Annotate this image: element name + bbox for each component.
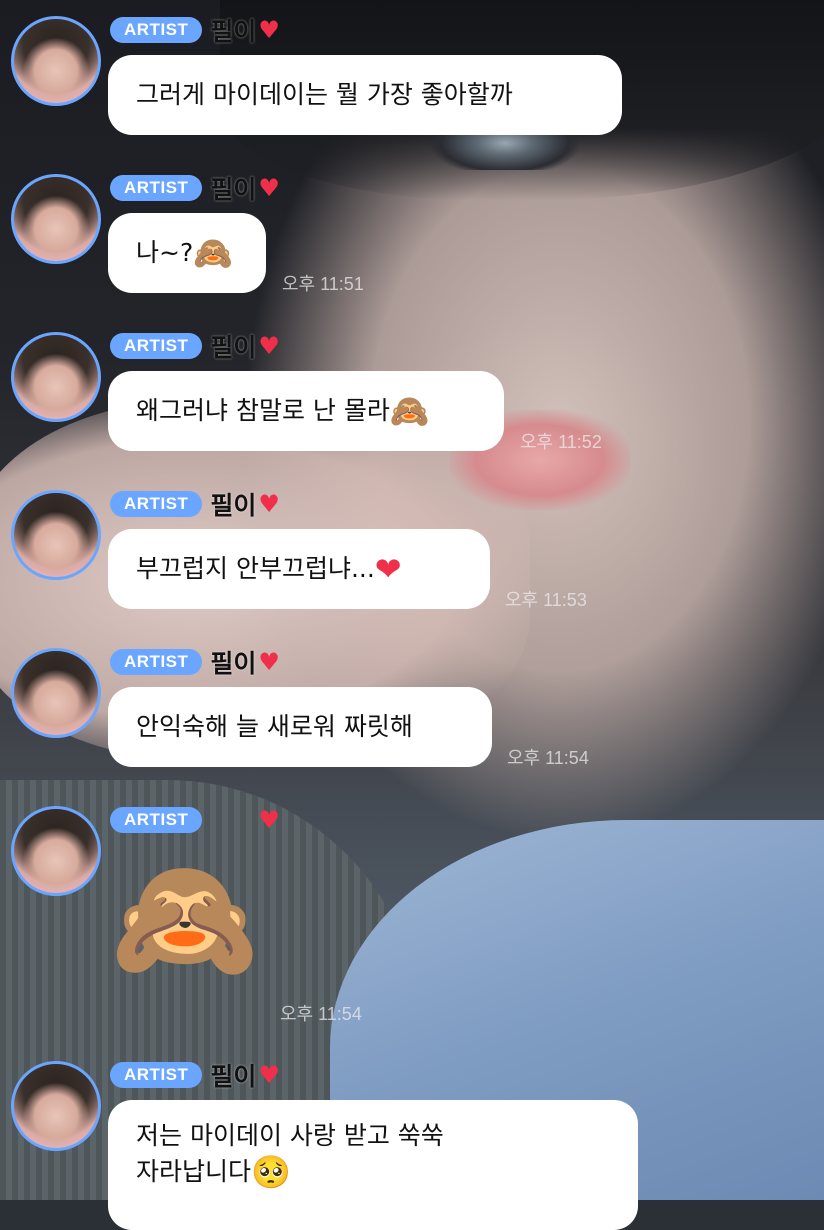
see-no-evil-monkey-icon: 🙈 [389,392,430,430]
sender-name: 필이 [210,17,257,46]
avatar[interactable] [11,1061,101,1151]
message-header: ARTIST 필이 ♥ [110,489,280,520]
sender-name: 필이 [210,333,257,362]
message-text: 나~? [136,238,194,267]
heart-icon: ♥ [258,490,280,518]
sender-name: 필이 [210,649,257,678]
message-header: ARTIST ♥ [110,805,280,835]
message-text: 부끄럽지 안부끄럽냐... [136,554,375,583]
message-text: 왜그러냐 참말로 난 몰라 [136,396,390,425]
artist-badge: ARTIST [110,1062,203,1088]
artist-badge: ARTIST [110,175,203,201]
timestamp: 오후 11:52 [520,432,602,452]
avatar[interactable] [11,16,101,106]
message-header: ARTIST 필이 ♥ [110,331,280,362]
heart-icon: ♥ [258,648,280,676]
timestamp: 오후 11:54 [507,748,589,768]
avatar[interactable] [11,490,101,580]
avatar[interactable] [11,174,101,264]
message-bubble[interactable]: 그러게 마이데이는 뭘 가장 좋아할까 [108,55,622,135]
avatar[interactable] [11,648,101,738]
timestamp: 오후 11:53 [505,590,587,610]
message-header: ARTIST 필이 ♥ [110,15,280,46]
message-text: 그러게 마이데이는 뭘 가장 좋아할까 [136,80,513,109]
sender-name: 필이 [210,491,257,520]
see-no-evil-monkey-icon: 🙈 [193,234,234,272]
see-no-evil-monkey-icon[interactable]: 🙈 [110,850,259,990]
heart-icon: ♥ [258,174,280,202]
chat-feed[interactable]: ARTIST 필이 ♥ 그러게 마이데이는 뭘 가장 좋아할까 ARTIST 필… [0,0,824,1230]
message-text: 안익숙해 늘 새로워 짜릿해 [136,712,413,741]
artist-badge: ARTIST [110,807,203,833]
artist-badge: ARTIST [110,333,203,359]
message-bubble[interactable]: 나~?🙈 [108,213,266,293]
heart-icon: ♥ [258,1061,280,1089]
sender-name: 필이 [210,1062,257,1091]
message-bubble[interactable]: 부끄럽지 안부끄럽냐...❤ [108,529,490,609]
avatar[interactable] [11,806,101,896]
sender-name: 필이 [210,175,257,204]
message-bubble[interactable]: 저는 마이데이 사랑 받고 쑥쑥 자라납니다🥺 [108,1100,638,1230]
artist-badge: ARTIST [110,491,203,517]
message-header: ARTIST 필이 ♥ [110,1060,280,1091]
heart-icon: ♥ [258,332,280,360]
message-bubble[interactable]: 왜그러냐 참말로 난 몰라🙈 [108,371,504,451]
avatar[interactable] [11,332,101,422]
heart-icon: ♥ [258,806,280,834]
message-header: ARTIST 필이 ♥ [110,647,280,678]
message-header: ARTIST 필이 ♥ [110,173,280,204]
message-bubble[interactable]: 안익숙해 늘 새로워 짜릿해 [108,687,492,767]
timestamp: 오후 11:51 [282,274,364,294]
pleading-face-icon: 🥺 [251,1153,291,1191]
timestamp: 오후 11:54 [280,1004,362,1024]
heart-icon: ♥ [258,16,280,44]
red-heart-icon: ❤ [374,550,402,588]
artist-badge: ARTIST [110,649,203,675]
artist-badge: ARTIST [110,17,203,43]
